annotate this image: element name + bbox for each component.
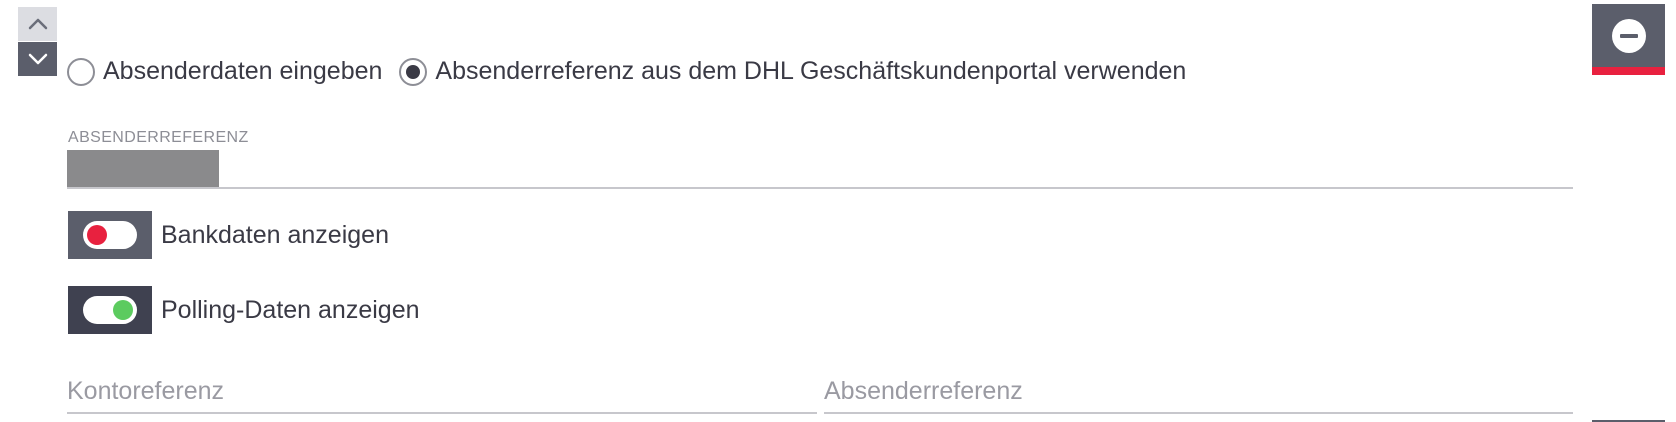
- toggle-knob-off: [87, 225, 107, 245]
- sender-reference-redacted-value[interactable]: [67, 150, 219, 188]
- radio-option-use-portal-reference[interactable]: Absenderreferenz aus dem DHL Geschäftsku…: [399, 57, 1186, 86]
- sender-reference-field-underline: [67, 187, 1573, 189]
- bank-data-toggle[interactable]: [68, 211, 152, 259]
- polling-data-toggle-label: Polling-Daten anzeigen: [161, 295, 420, 324]
- sender-reference-label: ABSENDERREFERENZ: [68, 129, 249, 146]
- radio-button-checked[interactable]: [399, 57, 428, 86]
- chevron-down-icon: [28, 53, 47, 65]
- remove-button-accent-bar: [1592, 67, 1665, 75]
- remove-button[interactable]: [1592, 4, 1665, 67]
- sender-mode-radio-group: Absenderdaten eingeben Absenderreferenz …: [67, 57, 1186, 86]
- bank-data-toggle-row[interactable]: Bankdaten anzeigen: [68, 211, 389, 259]
- move-up-button[interactable]: [18, 7, 57, 41]
- account-reference-input[interactable]: [67, 370, 817, 414]
- radio-button-unchecked[interactable]: [67, 57, 95, 86]
- radio-label: Absenderreferenz aus dem DHL Geschäftsku…: [435, 57, 1187, 85]
- radio-label: Absenderdaten eingeben: [103, 57, 383, 85]
- toggle-knob-on: [113, 300, 133, 320]
- polling-data-toggle[interactable]: [68, 286, 152, 334]
- polling-data-toggle-row[interactable]: Polling-Daten anzeigen: [68, 286, 420, 334]
- toggle-track: [83, 296, 137, 324]
- minus-circle-icon: [1611, 18, 1646, 53]
- chevron-up-icon: [28, 18, 47, 30]
- bank-data-toggle-label: Bankdaten anzeigen: [161, 220, 389, 249]
- toggle-track: [83, 221, 137, 249]
- sender-settings-panel: Absenderdaten eingeben Absenderreferenz …: [0, 0, 1676, 422]
- sender-reference-input[interactable]: [824, 370, 1573, 414]
- radio-option-enter-sender-data[interactable]: Absenderdaten eingeben: [67, 57, 382, 86]
- move-down-button[interactable]: [18, 42, 57, 76]
